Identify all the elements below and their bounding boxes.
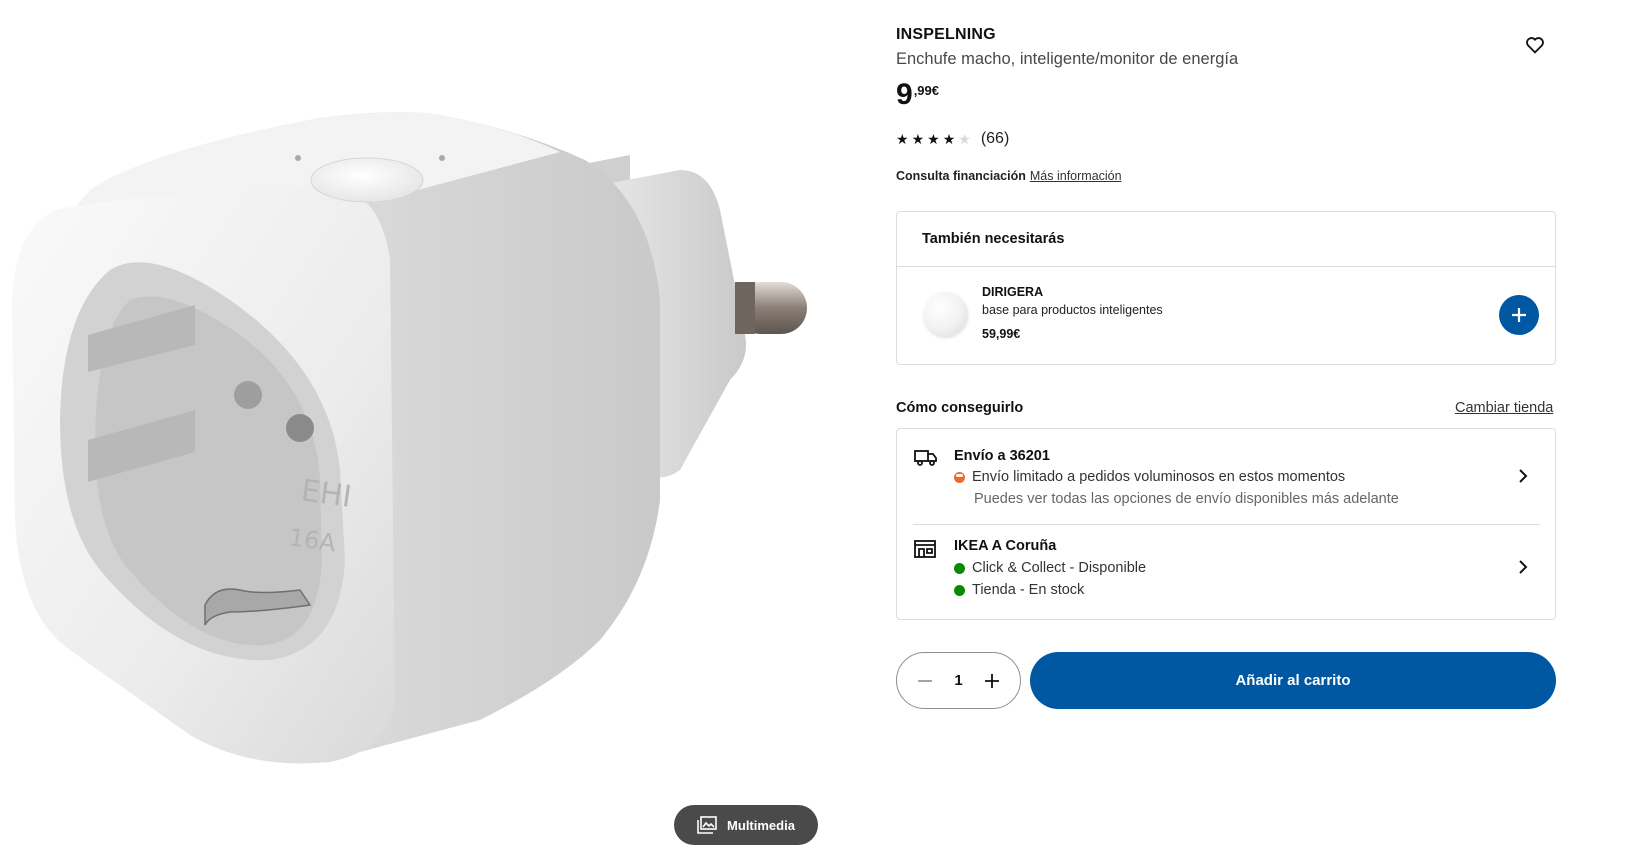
add-accessory-button[interactable]	[1499, 295, 1539, 335]
store-status-line: Tienda - En stock	[954, 582, 1084, 598]
add-to-cart-button[interactable]: Añadir al carrito	[1030, 652, 1556, 709]
store-icon	[914, 539, 936, 564]
quantity-value[interactable]: 1	[947, 672, 971, 689]
finance-info: Consulta financiación Más información	[896, 169, 1122, 183]
store-title: IKEA A Coruña	[954, 538, 1057, 554]
star-icon: ★	[911, 131, 925, 147]
minus-icon	[918, 679, 932, 682]
quantity-stepper: 1	[896, 652, 1021, 709]
star-icon: ★	[958, 131, 971, 147]
multimedia-button[interactable]: Multimedia	[674, 805, 818, 845]
limited-status-icon	[954, 471, 965, 483]
in-stock-status-icon	[954, 584, 965, 596]
increase-quantity-button[interactable]	[978, 667, 1006, 695]
available-status-icon	[954, 562, 965, 574]
also-need-item[interactable]: DIRIGERA base para productos inteligente…	[897, 267, 1555, 365]
star-icon: ★	[927, 131, 940, 147]
finance-more-info-link[interactable]: Más información	[1030, 169, 1122, 183]
accessory-description: base para productos inteligentes	[982, 303, 1163, 317]
price-decimal: ,99€	[913, 83, 939, 98]
store-status-line: Click & Collect - Disponible	[954, 560, 1146, 576]
favourite-heart-icon[interactable]	[1522, 32, 1548, 58]
store-option[interactable]: IKEA A Coruña Click & Collect - Disponib…	[897, 525, 1555, 620]
star-icon: ★	[896, 131, 909, 147]
how-to-get-title: Cómo conseguirlo	[896, 400, 1024, 416]
accessory-thumbnail	[924, 292, 968, 336]
gallery-icon	[697, 816, 717, 834]
star-icon: ★	[942, 131, 956, 147]
accessory-price: 59,99€	[982, 327, 1021, 341]
plus-icon	[1512, 308, 1526, 322]
plus-icon	[985, 673, 999, 688]
also-need-title: También necesitarás	[922, 231, 1065, 247]
delivery-title: Envío a 36201	[954, 448, 1050, 464]
truck-icon	[914, 449, 938, 472]
delivery-status: Envío limitado a pedidos voluminosos en …	[954, 469, 1345, 485]
product-gallery: EHI 16A Multimedia	[0, 0, 830, 853]
product-description: Enchufe macho, inteligente/monitor de en…	[896, 50, 1239, 68]
store-stock-status: Tienda - En stock	[972, 582, 1085, 598]
finance-label: Consulta financiación	[896, 169, 1026, 183]
change-store-link[interactable]: Cambiar tienda	[1455, 400, 1553, 416]
multimedia-label: Multimedia	[727, 817, 795, 833]
accessory-name: DIRIGERA	[982, 285, 1044, 299]
delivery-option[interactable]: Envío a 36201 Envío limitado a pedidos v…	[897, 429, 1555, 524]
rating-stars: ★ ★ ★ ★ ★	[896, 132, 971, 146]
delivery-status-text: Envío limitado a pedidos voluminosos en …	[972, 469, 1346, 485]
chevron-right-icon	[1518, 559, 1528, 580]
svg-text:EHI: EHI	[299, 473, 354, 515]
chevron-right-icon	[1518, 468, 1528, 489]
product-rating[interactable]: ★ ★ ★ ★ ★ (66)	[896, 130, 1009, 148]
product-name: INSPELNING	[896, 26, 996, 43]
price-integer: 9	[896, 78, 913, 111]
how-to-get-panel: Envío a 36201 Envío limitado a pedidos v…	[896, 428, 1556, 620]
decrease-quantity-button[interactable]	[911, 667, 939, 695]
delivery-note: Puedes ver todas las opciones de envío d…	[974, 491, 1399, 507]
product-price: 9 ,99€	[896, 78, 939, 112]
also-need-panel: También necesitarás DIRIGERA base para p…	[896, 211, 1556, 365]
product-image[interactable]: EHI 16A	[0, 95, 830, 775]
click-collect-status: Click & Collect - Disponible	[972, 560, 1147, 576]
rating-count: (66)	[980, 130, 1010, 147]
